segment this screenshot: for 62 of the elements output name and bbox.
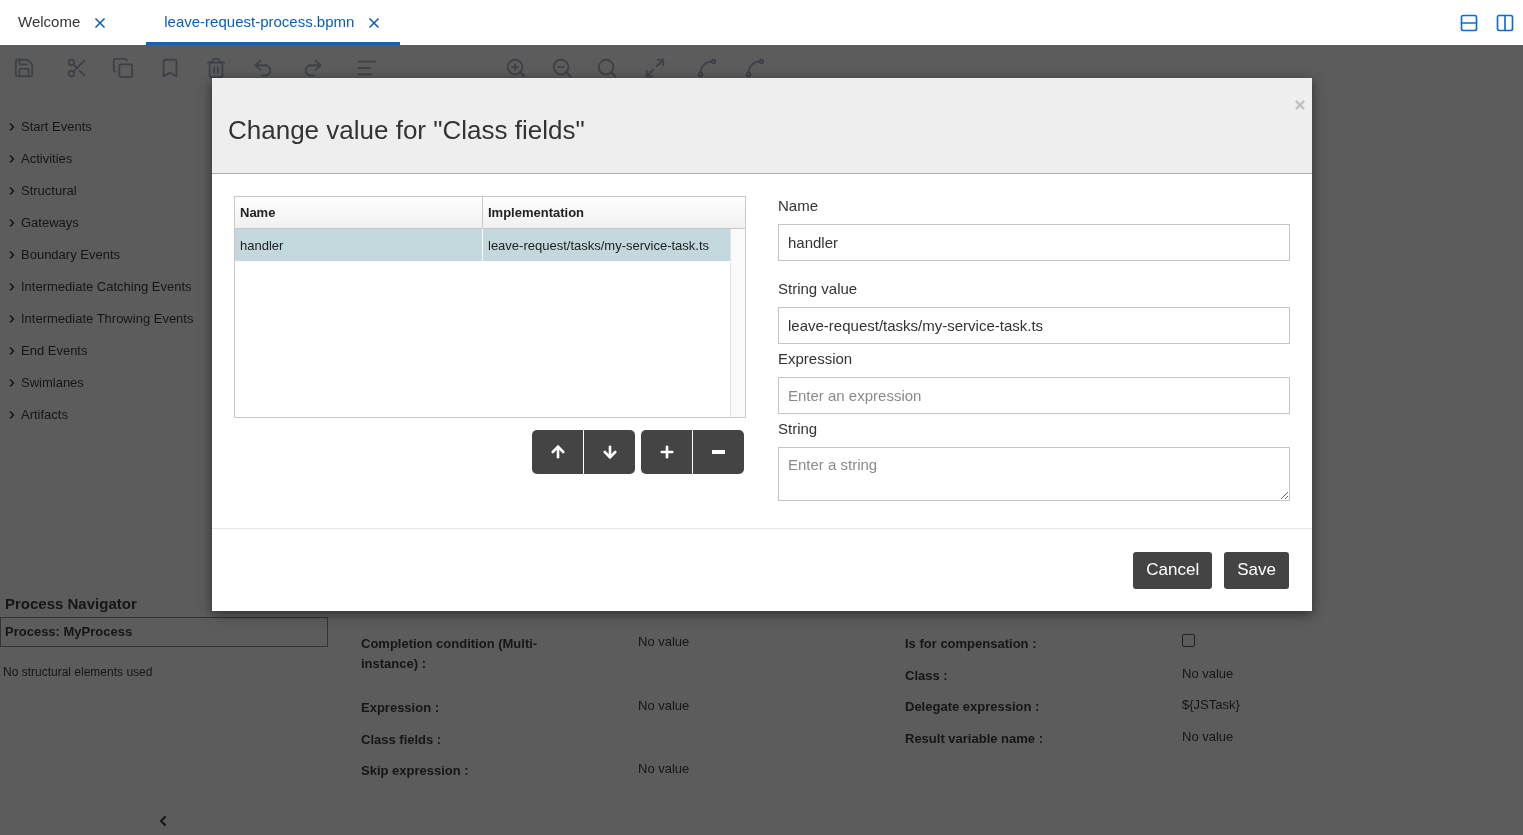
property-value: No value: [638, 761, 690, 777]
property-label: Delegate expression :: [905, 699, 1040, 714]
property-label: Expression :: [361, 700, 440, 715]
field-label: Name: [778, 196, 819, 216]
input-field[interactable]: Enter an expression: [778, 377, 1290, 414]
cancel-button[interactable]: Cancel: [1133, 551, 1213, 589]
empty-text: No structural elements used: [3, 665, 153, 679]
palette-group[interactable]: Start Events: [21, 117, 92, 137]
property-label: Is for compensation :: [905, 636, 1037, 651]
editor-tab[interactable]: Welcome: [0, 0, 127, 45]
property-value: No value: [1182, 665, 1234, 682]
split-horizontal-icon[interactable]: [1459, 12, 1479, 33]
save-button[interactable]: Save: [1224, 551, 1289, 589]
field-label: String value: [778, 279, 859, 299]
palette-group[interactable]: Intermediate Throwing Events: [21, 309, 194, 329]
text-area[interactable]: Enter a string: [778, 447, 1290, 501]
palette-group[interactable]: Structural: [21, 181, 77, 201]
palette-group[interactable]: Boundary Events: [21, 245, 120, 265]
table-cell-text: leave-request/tasks/my-service-task.ts: [487, 237, 711, 255]
remove-button[interactable]: [693, 430, 744, 474]
property-value: No value: [638, 634, 690, 650]
field-label: String: [778, 419, 819, 439]
input-field[interactable]: leave-request/tasks/my-service-task.ts: [778, 307, 1290, 344]
table-row[interactable]: handler leave-request/tasks/my-service-task.ts: [235, 229, 730, 261]
panel-title: Process Navigator: [5, 595, 137, 612]
undo-icon[interactable]: [252, 57, 274, 79]
trash-icon[interactable]: [205, 57, 227, 79]
fullscreen-icon[interactable]: [644, 57, 666, 79]
palette-group[interactable]: Intermediate Catching Events: [21, 277, 192, 297]
checkbox[interactable]: [1182, 634, 1195, 647]
palette-group[interactable]: Activities: [21, 149, 73, 169]
move-down-button[interactable]: [584, 430, 635, 474]
redo-icon[interactable]: [302, 57, 324, 79]
property-label: Completion condition (Multi-instance) :: [361, 636, 538, 671]
palette-group[interactable]: End Events: [21, 341, 88, 361]
column-header[interactable]: Implementation: [483, 197, 745, 228]
palette-group[interactable]: Swimlanes: [21, 373, 84, 393]
minus-icon: [712, 450, 725, 454]
palette-group[interactable]: Artifacts: [21, 405, 68, 425]
input-field[interactable]: handler: [778, 224, 1290, 261]
scrollbar[interactable]: [730, 229, 745, 417]
split-vertical-icon[interactable]: [1495, 12, 1515, 33]
palette-group[interactable]: Gateways: [21, 213, 79, 233]
property-value: No value: [1182, 728, 1234, 745]
property-value: ${JSTask}: [1182, 697, 1240, 713]
zoom-out-icon[interactable]: [551, 57, 573, 79]
field-label: Expression: [778, 349, 854, 369]
zoom-in-icon[interactable]: [505, 57, 527, 79]
property-label: Result variable name :: [905, 730, 1043, 746]
table-cell: handler: [235, 229, 483, 261]
property-label: Class :: [905, 667, 948, 683]
route-icon[interactable]: [696, 57, 718, 79]
add-button[interactable]: [641, 430, 692, 474]
route-icon[interactable]: [744, 57, 766, 79]
column-header[interactable]: Name: [235, 197, 483, 228]
search-icon[interactable]: [596, 57, 618, 79]
property-value: No value: [638, 698, 690, 714]
property-label: Class fields :: [361, 731, 442, 747]
move-up-button[interactable]: [532, 430, 583, 474]
process-label: Process: MyProcess: [5, 623, 133, 642]
dialog-title: Change value for "Class fields": [228, 114, 585, 147]
property-label: Skip expression :: [361, 763, 469, 778]
